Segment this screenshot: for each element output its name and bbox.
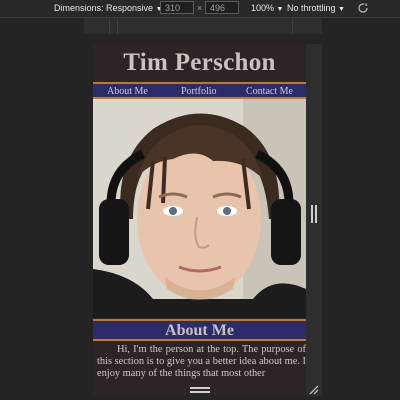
nav-link-contact[interactable]: Contact Me	[246, 86, 293, 97]
site-header: Tim Perschon	[93, 44, 306, 81]
throttling-label: No throttling	[287, 3, 336, 13]
media-query-bar	[84, 18, 322, 34]
height-input[interactable]	[205, 1, 239, 14]
times-symbol: ×	[197, 3, 203, 13]
about-paragraph: Hi, I'm the person at the top. The purpo…	[97, 344, 306, 379]
media-query-tick	[109, 18, 110, 34]
site-title: Tim Perschon	[123, 49, 276, 76]
about-section-header: About Me	[93, 319, 306, 341]
zoom-label: 100%	[251, 3, 275, 13]
rotate-icon[interactable]	[357, 2, 369, 14]
nav-link-about[interactable]: About Me	[107, 86, 148, 97]
about-section-title: About Me	[165, 322, 234, 339]
chevron-down-icon: ▼	[338, 6, 345, 13]
dimensions-label: Dimensions: Responsive	[54, 3, 154, 13]
media-query-tick	[117, 18, 118, 34]
nav-link-portfolio[interactable]: Portfolio	[181, 86, 217, 97]
throttling-dropdown[interactable]: No throttling ▼	[287, 3, 345, 15]
media-query-tick	[292, 18, 293, 34]
device-toolbar: Dimensions: Responsive ▼ × 100% ▼ No thr…	[0, 0, 400, 18]
site-nav: About Me Portfolio Contact Me	[93, 82, 306, 99]
profile-photo	[93, 99, 306, 318]
dimensions-dropdown[interactable]: Dimensions: Responsive ▼	[54, 3, 163, 15]
width-input[interactable]	[160, 1, 194, 14]
emulated-viewport: Tim Perschon About Me Portfolio Contact …	[93, 44, 306, 396]
bottom-resize-handle[interactable]	[190, 387, 210, 393]
right-resize-handle[interactable]	[311, 205, 317, 223]
corner-resize-handle[interactable]	[309, 385, 319, 395]
chevron-down-icon: ▼	[276, 6, 284, 13]
zoom-dropdown[interactable]: 100% ▼	[251, 3, 283, 15]
